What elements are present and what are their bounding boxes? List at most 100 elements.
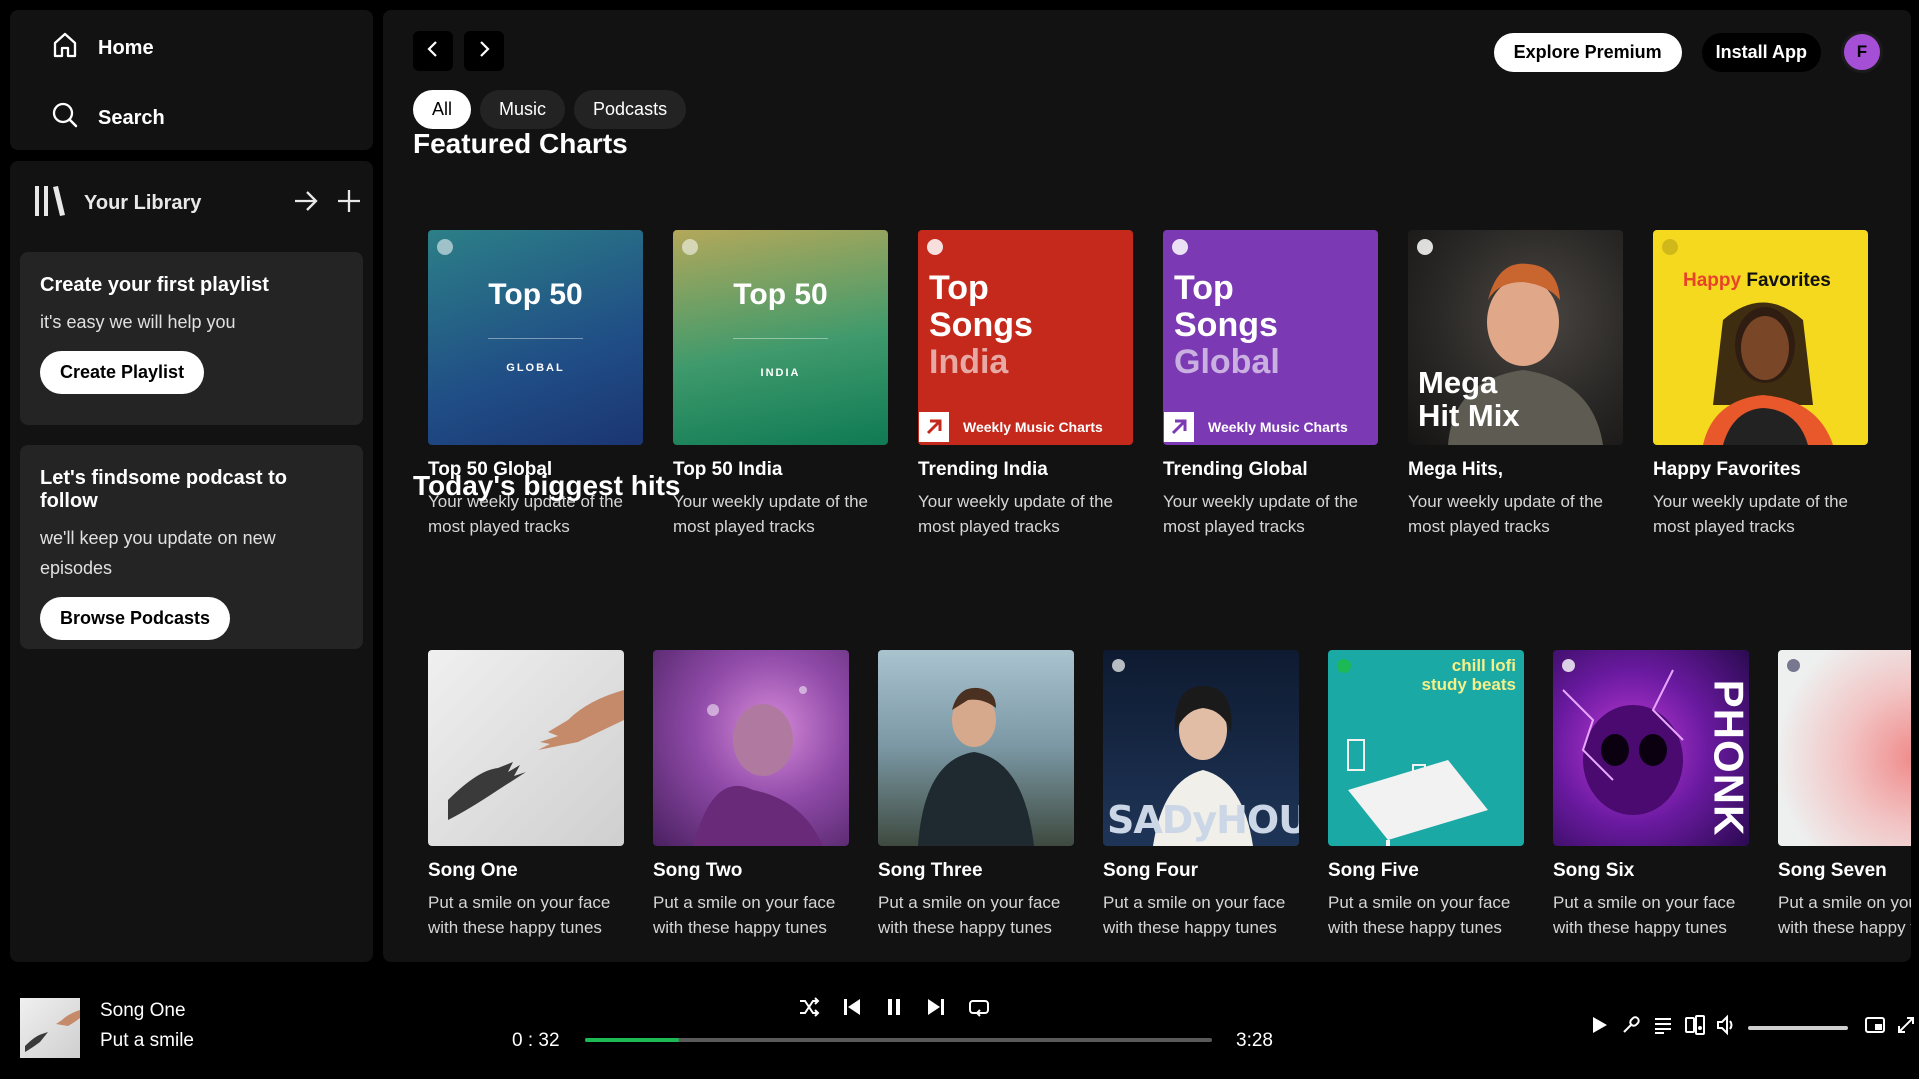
avatar[interactable]: F xyxy=(1841,31,1883,73)
card-title: Song Three xyxy=(878,860,983,881)
shuffle-icon[interactable] xyxy=(798,996,820,1018)
art-divider xyxy=(488,338,583,339)
hit-card[interactable]: Song Three Put a smile on your face with… xyxy=(878,650,1074,940)
card-artwork: Happy Favorites xyxy=(1653,230,1868,445)
spotify-icon xyxy=(1172,239,1188,255)
main-content: Explore Premium Install App F All Music … xyxy=(383,10,1911,962)
portrait-graphic xyxy=(918,687,1034,846)
queue-icon[interactable] xyxy=(1652,1014,1674,1041)
now-playing-subtitle[interactable]: Put a smile xyxy=(100,1030,194,1052)
library-title[interactable]: Your Library xyxy=(84,192,201,215)
podcast-card-text: we'll keep you update on new episodes xyxy=(40,528,276,578)
card-title: Trending Global xyxy=(1163,459,1308,480)
home-icon xyxy=(50,30,80,66)
spotify-icon xyxy=(682,239,698,255)
art-title: chill lofi study beats xyxy=(1421,656,1516,694)
volume-slider[interactable] xyxy=(1748,1025,1848,1030)
fullscreen-icon[interactable] xyxy=(1896,1015,1916,1040)
arrow-up-right-icon xyxy=(1164,412,1194,442)
next-icon[interactable] xyxy=(926,997,946,1017)
plus-icon[interactable] xyxy=(336,188,362,219)
nav-home[interactable]: Home xyxy=(50,30,154,66)
card-line-1: Put a smile on your face xyxy=(878,893,1061,912)
chip-all[interactable]: All xyxy=(413,90,472,129)
card-line-2: with these happy tunes xyxy=(1553,918,1727,937)
spotify-icon xyxy=(1787,659,1800,672)
card-line-1: Put a smile on your face xyxy=(428,893,611,912)
hit-card[interactable]: Song Two Put a smile on your face with t… xyxy=(653,650,849,940)
pause-icon[interactable] xyxy=(884,997,904,1017)
mic-icon[interactable] xyxy=(1620,1014,1642,1041)
back-button[interactable] xyxy=(413,31,453,71)
filter-chips: All Music Podcasts xyxy=(413,90,687,129)
card-line-1: Put a smile on your face xyxy=(1328,893,1511,912)
volume-icon[interactable] xyxy=(1716,1014,1738,1041)
create-playlist-button[interactable]: Create Playlist xyxy=(40,351,205,394)
card-title: Top 50 India xyxy=(673,459,783,480)
featured-card[interactable]: Happy Favorites Happy Favorites Your wee… xyxy=(1653,230,1868,539)
now-playing-artwork[interactable] xyxy=(20,998,80,1058)
hands-graphic xyxy=(448,690,624,820)
miniplayer-icon[interactable] xyxy=(1864,1014,1886,1041)
nav-home-label: Home xyxy=(98,36,154,59)
card-description: Your weekly update of the most played tr… xyxy=(1408,492,1604,536)
card-title: Happy Favorites xyxy=(1653,459,1801,480)
chip-music[interactable]: Music xyxy=(480,90,566,129)
card-line-1: Put a smile on your face xyxy=(653,893,836,912)
forward-button[interactable] xyxy=(464,31,504,71)
art-subtitle: INDIA xyxy=(760,367,801,379)
featured-card[interactable]: Top 50 INDIA Top 50 India Your weekly up… xyxy=(673,230,888,539)
hit-card[interactable]: chill lofi study beats Song Five Put a s… xyxy=(1328,650,1524,940)
now-playing-title[interactable]: Song One xyxy=(100,1000,186,1022)
previous-icon[interactable] xyxy=(842,997,862,1017)
library-icon[interactable] xyxy=(32,183,68,224)
library-panel: Your Library Create your first playlist … xyxy=(10,161,373,962)
card-line-2: with these happy tunes xyxy=(1778,918,1911,937)
install-app-button[interactable]: Install App xyxy=(1701,32,1821,72)
card-artwork xyxy=(428,650,624,846)
art-title: Top 50 xyxy=(733,278,828,311)
hit-card[interactable]: SADyHOUR Song Four Put a smile on your f… xyxy=(1103,650,1299,940)
art-title: Top 50 xyxy=(488,278,583,311)
chip-podcasts[interactable]: Podcasts xyxy=(574,90,687,129)
explore-premium-button[interactable]: Explore Premium xyxy=(1493,32,1682,72)
card-artwork xyxy=(1778,650,1911,846)
spotify-icon xyxy=(1112,659,1125,672)
card-artwork: SADyHOUR xyxy=(1103,650,1299,846)
create-playlist-card: Create your first playlist it's easy we … xyxy=(20,252,363,425)
expand-arrow-icon[interactable] xyxy=(292,187,320,220)
header-actions: Explore Premium Install App F xyxy=(1493,31,1883,73)
library-header: Your Library xyxy=(32,181,362,225)
featured-card[interactable]: Top Songs India Weekly Music Charts Tren… xyxy=(918,230,1133,539)
nav-search[interactable]: Search xyxy=(50,100,165,136)
play-icon[interactable] xyxy=(1588,1014,1610,1041)
art-text: SADyHOUR xyxy=(1107,798,1299,842)
portrait-graphic xyxy=(693,686,823,846)
card-description: Your weekly update of the most played tr… xyxy=(673,492,869,536)
card-artwork: Top Songs Global Weekly Music Charts xyxy=(1163,230,1378,445)
card-artwork: Top 50 GLOBAL xyxy=(428,230,643,445)
card-title: Song Five xyxy=(1328,860,1419,881)
card-line-2: with these happy tunes xyxy=(878,918,1052,937)
elapsed-time: 0 : 32 xyxy=(512,1030,560,1051)
browse-podcasts-button[interactable]: Browse Podcasts xyxy=(40,597,231,640)
card-title: Song Six xyxy=(1553,860,1635,881)
featured-card[interactable]: Mega Hit Mix Mega Hits, Your weekly upda… xyxy=(1408,230,1623,539)
podcast-card-title: Let's findsome podcast to follow xyxy=(40,467,288,512)
featured-card[interactable]: Top Songs Global Weekly Music Charts Tre… xyxy=(1163,230,1378,539)
card-artwork: Mega Hit Mix xyxy=(1408,230,1623,445)
hit-card[interactable]: Song One Put a smile on your face with t… xyxy=(428,650,624,940)
card-artwork: PHONK xyxy=(1553,650,1749,846)
card-line-1: Put a smile on your face xyxy=(1778,893,1911,912)
weekly-charts-badge: Weekly Music Charts xyxy=(918,409,1133,445)
featured-title: Featured Charts xyxy=(413,128,628,159)
hit-card[interactable]: PHONK Song Six Put a smile on your face … xyxy=(1553,650,1749,940)
art-title: Happy Favorites xyxy=(1683,270,1831,291)
card-line-2: with these happy tunes xyxy=(428,918,602,937)
hit-card[interactable]: Song Seven Put a smile on your face with… xyxy=(1778,650,1911,940)
repeat-icon[interactable] xyxy=(968,996,990,1018)
card-artwork: Top Songs India Weekly Music Charts xyxy=(918,230,1133,445)
progress-bar[interactable] xyxy=(585,1038,1212,1042)
search-icon xyxy=(50,100,80,136)
devices-icon[interactable] xyxy=(1684,1014,1706,1041)
